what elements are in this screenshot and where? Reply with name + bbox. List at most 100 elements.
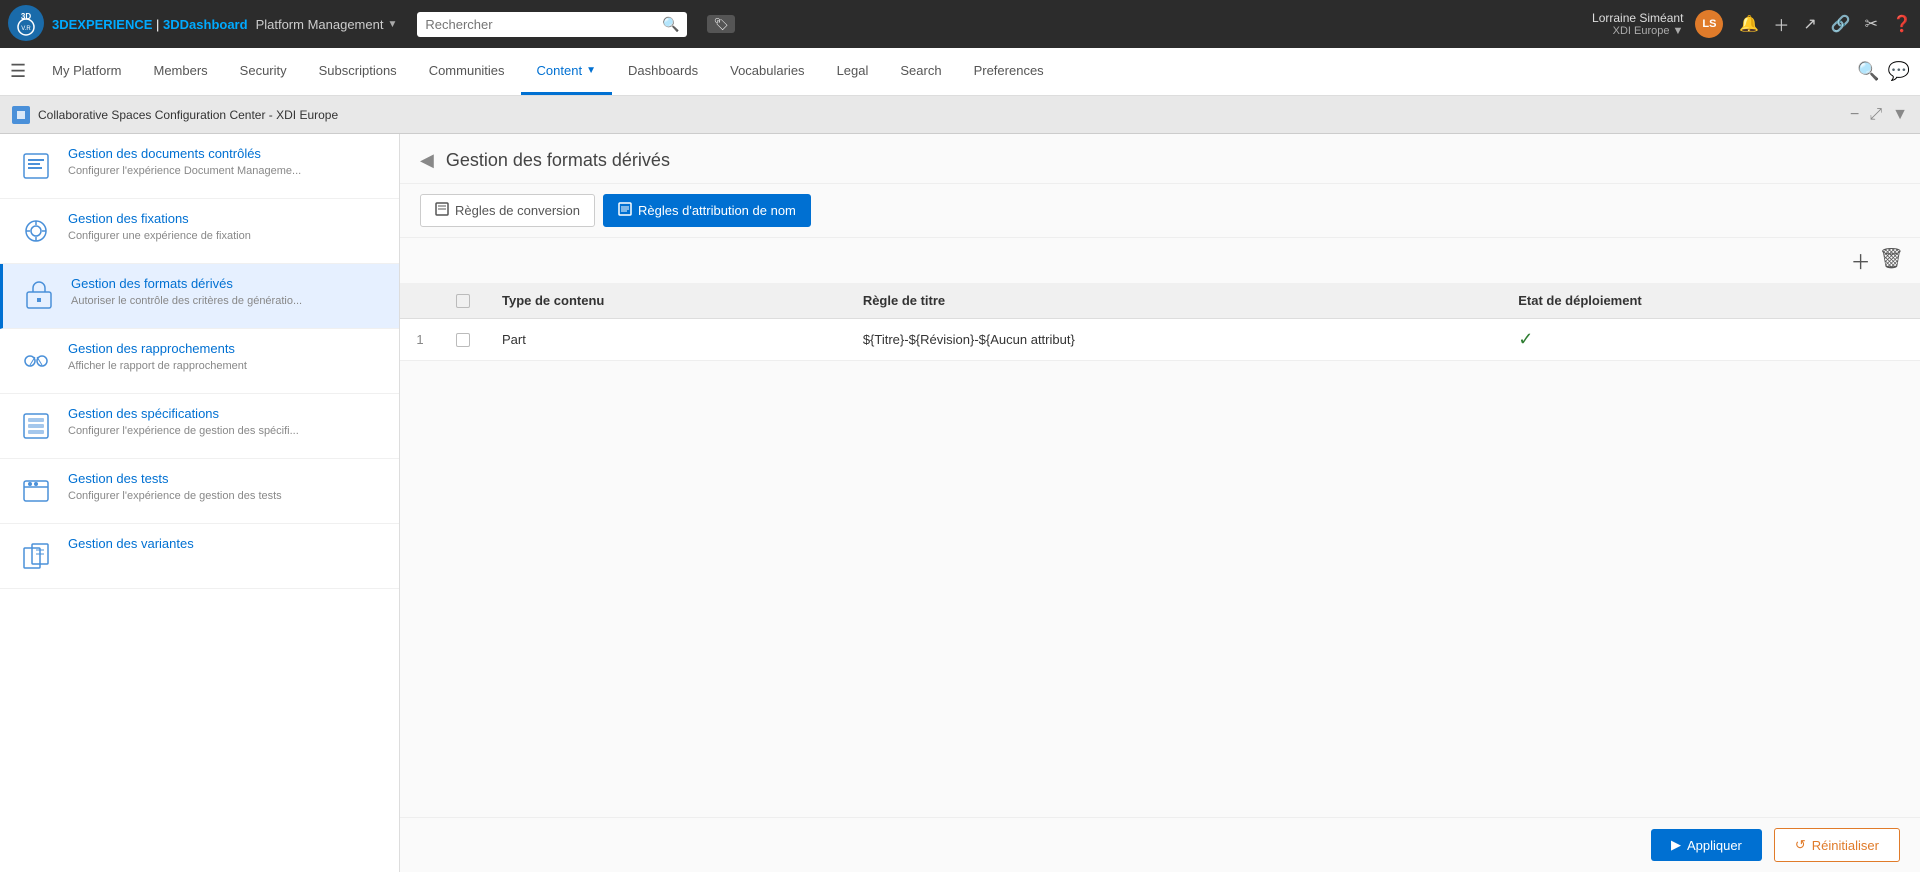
chevron-down-icon: ▼ — [1673, 25, 1684, 37]
expand-icon[interactable]: ⤢ — [1869, 106, 1882, 124]
row-checkbox[interactable] — [456, 333, 470, 347]
share-icon[interactable]: ↗ — [1803, 14, 1816, 34]
delete-row-icon[interactable]: 🗑 — [1879, 246, 1904, 275]
sidebar-item-icon — [16, 341, 56, 381]
nav-item-legal[interactable]: Legal — [821, 49, 885, 95]
content-header: ◀ Gestion des formats dérivés — [400, 134, 1920, 184]
search-icon[interactable]: 🔍 — [662, 16, 679, 33]
settings-icon[interactable]: ✂ — [1865, 14, 1878, 34]
column-header-0 — [440, 283, 486, 319]
search-bar[interactable]: 🔍 — [417, 12, 687, 37]
add-delete-bar: ＋ 🗑 — [400, 238, 1920, 283]
tab-attribution[interactable]: Règles d'attribution de nom — [603, 194, 811, 227]
nav-item-label: Subscriptions — [319, 63, 397, 78]
sidebar-item-gestion-specifications[interactable]: Gestion des spécifications Configurer l'… — [0, 394, 399, 459]
title-rule-cell: ${Titre}-${Révision}-${Aucun attribut} — [847, 319, 1502, 361]
nav-item-label: Dashboards — [628, 63, 698, 78]
deploy-status-cell: ✓ — [1502, 319, 1920, 361]
sidebar-item-icon — [16, 536, 56, 576]
row-number-header — [400, 283, 440, 319]
nav-item-dashboards[interactable]: Dashboards — [612, 49, 714, 95]
nav-item-subscriptions[interactable]: Subscriptions — [303, 49, 413, 95]
sidebar-item-title: Gestion des spécifications — [68, 406, 383, 421]
nav-item-security[interactable]: Security — [224, 49, 303, 95]
sidebar-item-gestion-fixations[interactable]: Gestion des fixations Configurer une exp… — [0, 199, 399, 264]
sidebar-item-desc: Configurer l'expérience Document Managem… — [68, 164, 383, 179]
collapse-icon[interactable]: ▼ — [1892, 106, 1908, 124]
column-header-1: Type de contenu — [486, 283, 847, 319]
apply-button[interactable]: ▶ Appliquer — [1651, 829, 1762, 861]
sidebar-item-gestion-tests[interactable]: Gestion des tests Configurer l'expérienc… — [0, 459, 399, 524]
column-header-3: Etat de déploiement — [1502, 283, 1920, 319]
tab-label: Règles d'attribution de nom — [638, 203, 796, 218]
tab-icon — [618, 202, 632, 219]
content-title: Gestion des formats dérivés — [446, 150, 670, 171]
nav-item-members[interactable]: Members — [137, 49, 223, 95]
nav-item-label: Preferences — [974, 63, 1044, 78]
nav-item-vocabularies[interactable]: Vocabularies — [714, 49, 820, 95]
svg-text:V.R: V.R — [21, 26, 31, 32]
search-input[interactable] — [425, 17, 656, 32]
apply-icon: ▶ — [1671, 837, 1681, 853]
tag-icon[interactable]: 🏷 — [707, 15, 734, 33]
user-info: Lorraine Siméant XDI Europe ▼ — [1592, 11, 1683, 37]
top-bar-actions: 🔔 ＋ ↗ 🔗 ✂ ❓ — [1739, 12, 1912, 36]
sidebar-item-text: Gestion des formats dérivés Autoriser le… — [71, 276, 383, 309]
nav-item-label: Security — [240, 63, 287, 78]
hamburger-icon[interactable]: ☰ — [10, 61, 26, 82]
user-org: XDI Europe ▼ — [1613, 25, 1684, 37]
brand: 3DEXPERIENCE | 3DDashboard — [52, 17, 248, 32]
back-arrow-icon[interactable]: ◀ — [420, 150, 434, 171]
help-icon[interactable]: ❓ — [1892, 14, 1912, 34]
breadcrumb-text: Collaborative Spaces Configuration Cente… — [38, 108, 338, 122]
platform-management-dropdown[interactable]: Platform Management ▼ — [256, 17, 398, 32]
nav-item-communities[interactable]: Communities — [413, 49, 521, 95]
sidebar-item-title: Gestion des formats dérivés — [71, 276, 383, 291]
minimize-icon[interactable]: − — [1850, 106, 1859, 124]
nav-item-search[interactable]: Search — [884, 49, 957, 95]
row-number: 1 — [400, 319, 440, 361]
sidebar-item-text: Gestion des documents contrôlés Configur… — [68, 146, 383, 179]
breadcrumb-actions: − ⤢ ▼ — [1850, 106, 1908, 124]
nav-end-icons: 🔍 💬 — [1857, 61, 1910, 82]
collaborate-icon[interactable]: 🔗 — [1831, 14, 1851, 34]
add-icon[interactable]: ＋ — [1773, 12, 1789, 36]
user-name: Lorraine Siméant — [1592, 11, 1683, 25]
tab-conversion[interactable]: Règles de conversion — [420, 194, 595, 227]
sidebar-item-icon — [16, 211, 56, 251]
sidebar-item-title: Gestion des variantes — [68, 536, 383, 551]
nav-item-my-platform[interactable]: My Platform — [36, 49, 137, 95]
nav-item-label: Vocabularies — [730, 63, 804, 78]
sidebar-item-text: Gestion des tests Configurer l'expérienc… — [68, 471, 383, 504]
content-area: ◀ Gestion des formats dérivés Règles de … — [400, 134, 1920, 872]
sidebar-item-text: Gestion des fixations Configurer une exp… — [68, 211, 383, 244]
sidebar-item-desc: Autoriser le contrôle des critères de gé… — [71, 294, 383, 309]
logo-container: 3D V.R — [8, 5, 44, 44]
chat-icon[interactable]: 💬 — [1888, 61, 1910, 82]
nav-item-preferences[interactable]: Preferences — [958, 49, 1060, 95]
search-icon[interactable]: 🔍 — [1857, 61, 1879, 82]
nav-item-label: Legal — [837, 63, 869, 78]
sidebar-item-title: Gestion des rapprochements — [68, 341, 383, 356]
sidebar-item-icon — [16, 406, 56, 446]
sidebar-item-desc: Afficher le rapport de rapprochement — [68, 359, 383, 374]
reset-button[interactable]: ↺ Réinitialiser — [1774, 828, 1900, 862]
nav-item-content[interactable]: Content ▼ — [521, 49, 612, 95]
sidebar-item-title: Gestion des documents contrôlés — [68, 146, 383, 161]
deploy-status-icon: ✓ — [1518, 329, 1533, 349]
content-table: Type de contenuRègle de titreEtat de dép… — [400, 283, 1920, 361]
bottom-bar: ▶ Appliquer ↺ Réinitialiser — [400, 817, 1920, 872]
select-all-checkbox[interactable] — [456, 294, 470, 308]
column-header-2: Règle de titre — [847, 283, 1502, 319]
sidebar-item-gestion-formats[interactable]: Gestion des formats dérivés Autoriser le… — [0, 264, 399, 329]
content-tabs: Règles de conversion Règles d'attribution… — [400, 184, 1920, 238]
add-row-icon[interactable]: ＋ — [1851, 246, 1871, 275]
sidebar-item-gestion-variantes[interactable]: Gestion des variantes — [0, 524, 399, 589]
tab-label: Règles de conversion — [455, 203, 580, 218]
content-type-cell: Part — [486, 319, 847, 361]
sidebar-item-desc: Configurer l'expérience de gestion des s… — [68, 424, 383, 439]
sidebar-item-gestion-rapprochements[interactable]: Gestion des rapprochements Afficher le r… — [0, 329, 399, 394]
avatar[interactable]: LS — [1695, 10, 1723, 38]
notification-bell-icon[interactable]: 🔔 — [1739, 14, 1759, 34]
sidebar-item-gestion-docs[interactable]: Gestion des documents contrôlés Configur… — [0, 134, 399, 199]
